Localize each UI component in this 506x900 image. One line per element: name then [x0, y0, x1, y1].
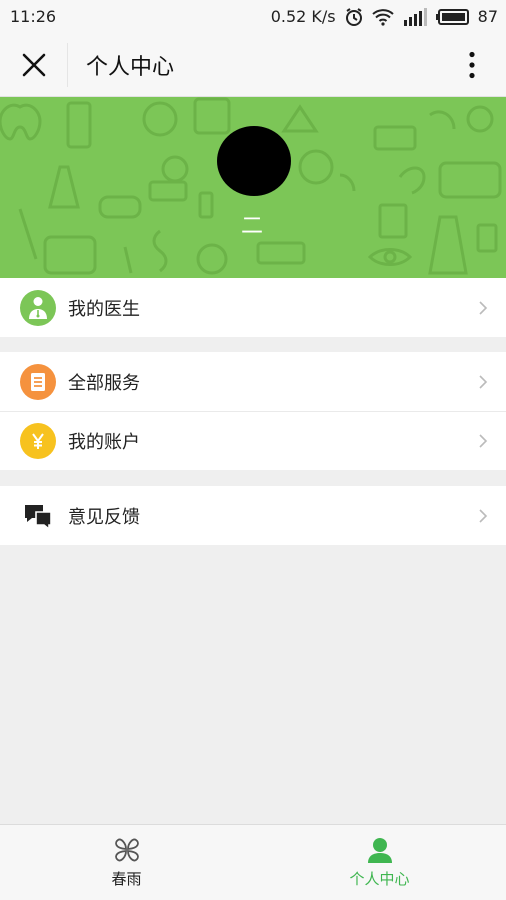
wifi-icon [371, 8, 394, 26]
tab-personal-center[interactable]: 个人中心 [253, 825, 506, 900]
menu-label-feedback: 意见反馈 [68, 506, 140, 528]
close-button[interactable] [0, 42, 68, 87]
menu-group-feedback: 意见反馈 [0, 486, 506, 545]
profile-banner: 二 [0, 97, 506, 278]
doctor-icon [20, 289, 56, 326]
tab-label-personal-center: 个人中心 [349, 870, 410, 888]
tab-label-chunyu: 春雨 [111, 870, 142, 888]
services-icon [20, 363, 56, 400]
more-options-button[interactable] [438, 33, 506, 97]
status-indicators: 0.52 K/s 87 [271, 7, 498, 27]
menu-item-feedback[interactable]: 意见反馈 [0, 486, 506, 545]
menu-item-my-account[interactable]: 我的账户 [0, 411, 506, 470]
page-title: 个人中心 [86, 54, 175, 80]
battery-level: 87 [477, 7, 498, 26]
menu-label-all-services: 全部服务 [68, 372, 140, 394]
menu-group-doctors: 我的医生 [0, 278, 506, 337]
navigation-bar: 个人中心 [0, 33, 506, 97]
yuan-icon [20, 423, 56, 459]
menu-label-my-doctor: 我的医生 [68, 298, 140, 320]
alarm-icon [344, 7, 364, 27]
network-speed: 0.52 K/s [270, 7, 336, 26]
battery-icon [435, 8, 470, 25]
chevron-right-icon [479, 374, 488, 389]
close-icon [22, 53, 45, 76]
status-bar: 11:26 0.52 K/s 87 [0, 0, 506, 33]
status-time: 11:26 [10, 7, 57, 26]
bottom-tab-bar: 春雨 个人中心 [0, 824, 506, 900]
menu-label-my-account: 我的账户 [68, 432, 140, 453]
person-icon [367, 838, 392, 863]
feedback-icon [20, 498, 56, 534]
chevron-right-icon [479, 508, 488, 523]
username: 二 [240, 214, 263, 239]
menu-item-all-services[interactable]: 全部服务 [0, 352, 506, 411]
avatar[interactable] [217, 126, 291, 196]
menu-item-my-doctor[interactable]: 我的医生 [0, 278, 506, 337]
chevron-right-icon [479, 434, 488, 448]
more-vertical-icon [469, 51, 475, 78]
signal-icon [402, 7, 428, 26]
clover-icon [114, 838, 139, 862]
tab-chunyu[interactable]: 春雨 [0, 825, 253, 900]
menu-group-services: 全部服务 我的账户 [0, 352, 506, 470]
chevron-right-icon [479, 300, 488, 315]
